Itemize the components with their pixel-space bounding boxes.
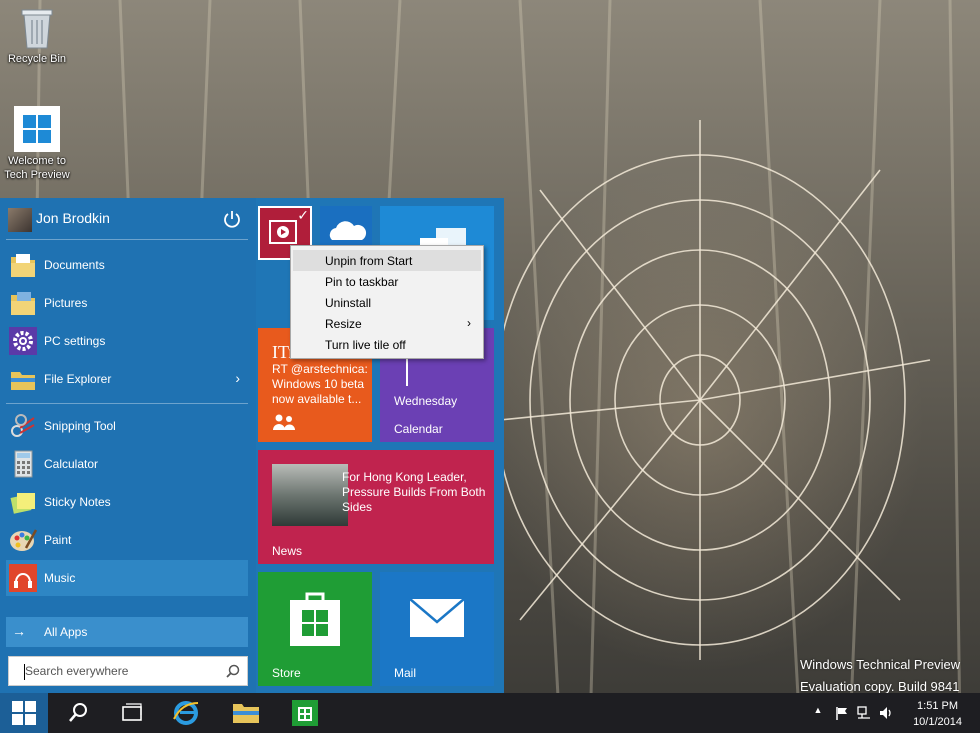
tile-context-menu: Unpin from Start Pin to taskbar Uninstal… (290, 245, 484, 359)
search-icon[interactable] (225, 663, 241, 679)
start-item-file-explorer[interactable]: File Explorer › (6, 361, 248, 397)
menu-item-pin-to-taskbar[interactable]: Pin to taskbar (293, 271, 481, 292)
palette-icon (10, 529, 38, 551)
taskbar: ▲ 1:51 PM 10/1/2014 (0, 693, 980, 733)
start-item-documents[interactable]: Documents (6, 247, 248, 283)
start-item-label: PC settings (44, 334, 106, 348)
sticky-note-icon (10, 493, 35, 514)
internet-explorer-icon (173, 701, 199, 725)
divider (6, 403, 248, 404)
avatar (8, 208, 32, 232)
news-tile[interactable]: For Hong Kong Leader, Pressure Builds Fr… (258, 450, 494, 564)
start-item-label: File Explorer (44, 372, 112, 386)
selected-check-icon: ✓ (297, 207, 309, 223)
power-icon[interactable] (222, 209, 242, 229)
calculator-icon (14, 450, 33, 478)
search-input[interactable] (25, 663, 215, 679)
recycle-bin-label: Recycle Bin (7, 53, 67, 65)
menu-item-unpin-from-start[interactable]: Unpin from Start (293, 250, 481, 271)
start-item-label: Paint (44, 533, 72, 547)
news-headline: For Hong Kong Leader, Pressure Builds Fr… (342, 470, 486, 514)
network-icon[interactable] (856, 705, 872, 721)
people-icon (273, 414, 295, 430)
store-tile[interactable]: Store (258, 572, 372, 686)
folder-icon (11, 372, 35, 390)
tile-label: Store (272, 666, 301, 680)
menu-item-uninstall[interactable]: Uninstall (293, 292, 481, 313)
tile-label: Calendar (394, 422, 443, 436)
divider (6, 239, 248, 240)
system-tray: ▲ 1:51 PM 10/1/2014 (800, 693, 980, 733)
task-view-button[interactable] (108, 693, 156, 733)
start-item-snipping-tool[interactable]: Snipping Tool (6, 408, 248, 444)
tweet-text: RT @arstechnica: Windows 10 beta now ava… (272, 362, 368, 406)
task-view-icon (122, 703, 142, 721)
flag-icon[interactable] (834, 705, 850, 721)
start-button[interactable] (0, 693, 48, 733)
start-menu-left-pane: Jon Brodkin Documents Pictures PC settin… (0, 198, 256, 694)
chevron-right-icon[interactable]: › (235, 370, 240, 386)
news-photo (272, 464, 348, 526)
search-icon (69, 703, 87, 722)
clock[interactable]: 1:51 PM 10/1/2014 (913, 698, 962, 730)
start-item-sticky-notes[interactable]: Sticky Notes (6, 484, 248, 520)
search-box[interactable] (8, 656, 248, 686)
start-item-calculator[interactable]: Calculator (6, 446, 248, 482)
welcome-tech-preview-label: Welcome to Tech Preview (4, 155, 70, 181)
mail-tile[interactable]: Mail (380, 572, 494, 686)
start-item-pc-settings[interactable]: PC settings (6, 323, 248, 359)
start-item-paint[interactable]: Paint (6, 522, 248, 558)
pictures-folder-icon (11, 292, 35, 315)
clock-time: 1:51 PM (917, 700, 959, 712)
watermark-line-1: Windows Technical Preview (800, 657, 961, 672)
all-apps-label: All Apps (44, 625, 88, 639)
start-item-label: Sticky Notes (44, 495, 111, 509)
scissors-icon (11, 414, 35, 437)
welcome-tech-preview-desktop-icon[interactable]: Welcome to Tech Preview (0, 106, 74, 182)
user-name: Jon Brodkin (36, 210, 110, 226)
volume-icon[interactable] (878, 705, 894, 721)
windows-logo-icon (14, 106, 60, 152)
menu-item-label: Resize (325, 317, 362, 331)
folder-icon (233, 704, 259, 723)
menu-item-label: Unpin from Start (325, 254, 413, 268)
start-item-label: Pictures (44, 296, 88, 310)
start-item-label: Calculator (44, 457, 99, 471)
start-item-music[interactable]: Music (6, 560, 248, 596)
all-apps-button[interactable]: → All Apps (6, 617, 248, 647)
store-button[interactable] (282, 693, 330, 733)
menu-item-label: Uninstall (325, 296, 372, 310)
recycle-bin-icon (21, 9, 53, 49)
build-watermark: Windows Technical Preview Evaluation cop… (800, 654, 960, 698)
show-hidden-icons-button[interactable]: ▲ (810, 705, 826, 721)
headphones-icon (9, 564, 37, 592)
menu-item-label: Pin to taskbar (325, 275, 399, 289)
gear-icon (9, 327, 37, 355)
clock-date: 10/1/2014 (913, 716, 962, 728)
menu-item-label: Turn live tile off (325, 338, 406, 352)
start-item-label: Documents (44, 258, 105, 272)
user-account[interactable]: Jon Brodkin (8, 207, 248, 232)
windows-logo-icon (12, 701, 36, 725)
arrow-right-icon: → (12, 623, 26, 639)
start-item-label: Snipping Tool (44, 419, 116, 433)
file-explorer-button[interactable] (222, 693, 270, 733)
start-item-pictures[interactable]: Pictures (6, 285, 248, 321)
tile-label: Mail (394, 666, 417, 680)
store-bag-icon (292, 700, 318, 726)
internet-explorer-button[interactable] (164, 693, 212, 733)
tile-label: News (272, 544, 303, 558)
start-item-label: Music (44, 571, 76, 585)
menu-item-resize[interactable]: Resize › (293, 313, 481, 334)
submenu-arrow-icon: › (467, 316, 471, 330)
recycle-bin-desktop-icon[interactable]: Recycle Bin (0, 6, 74, 66)
menu-item-turn-live-tile-off[interactable]: Turn live tile off (293, 334, 481, 355)
documents-folder-icon (11, 254, 35, 277)
calendar-day: Wednesday (394, 394, 458, 408)
search-button[interactable] (54, 693, 102, 733)
